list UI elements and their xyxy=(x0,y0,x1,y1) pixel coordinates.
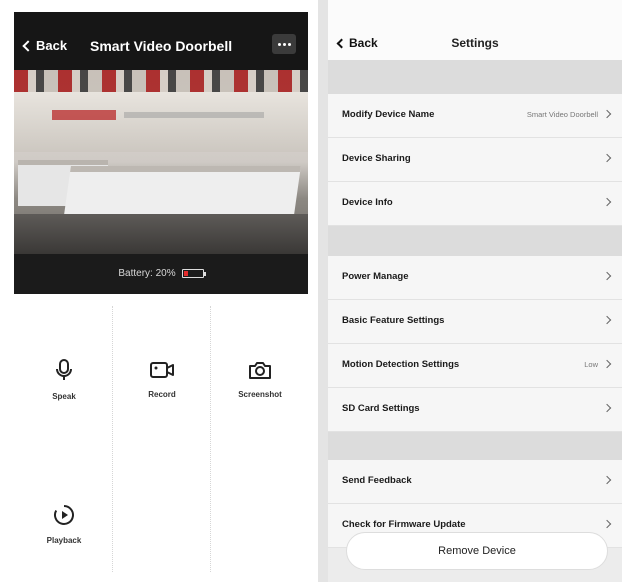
more-dots-icon xyxy=(277,42,281,46)
camera-screen: Back Smart Video Doorbell Battery: 20% S… xyxy=(0,0,318,582)
battery-status: Battery: 20% xyxy=(14,268,308,279)
video-camera-icon xyxy=(150,362,174,378)
camera-icon xyxy=(249,362,271,379)
settings-item-modify-device-name[interactable]: Modify Device Name Smart Video Doorbell xyxy=(328,94,622,138)
screenshot-label: Screenshot xyxy=(238,390,282,399)
page-title: Smart Video Doorbell xyxy=(90,38,233,54)
settings-title: Settings xyxy=(451,36,499,50)
settings-screen: Back Settings Modify Device Name Smart V… xyxy=(328,0,622,582)
settings-header: Back Settings xyxy=(328,0,622,60)
battery-level xyxy=(183,271,188,276)
control-panel: Speak Record Screenshot Playback xyxy=(14,296,308,582)
chevron-right-icon xyxy=(602,271,612,281)
speak-label: Speak xyxy=(52,392,76,401)
settings-item-basic-feature-settings[interactable]: Basic Feature Settings xyxy=(328,300,622,344)
chevron-right-icon xyxy=(602,109,612,119)
screenshot-button[interactable]: Screenshot xyxy=(214,360,306,399)
battery-bar: Battery: 20% xyxy=(14,254,308,294)
settings-item-device-info[interactable]: Device Info xyxy=(328,182,622,226)
chevron-right-icon xyxy=(602,475,612,485)
battery-text: Battery: 20% xyxy=(118,268,176,279)
back-label: Back xyxy=(36,38,68,53)
remove-device-button[interactable]: Remove Device xyxy=(346,532,608,570)
live-video-feed[interactable] xyxy=(14,70,308,254)
record-button[interactable]: Record xyxy=(116,360,208,399)
speak-button[interactable]: Speak xyxy=(18,358,110,401)
chevron-right-icon xyxy=(602,359,612,369)
microphone-icon xyxy=(56,359,72,380)
chevron-left-icon xyxy=(22,39,34,52)
chevron-right-icon xyxy=(602,403,612,413)
settings-item-motion-detection[interactable]: Motion Detection Settings Low xyxy=(328,344,622,388)
camera-header: Back Smart Video Doorbell xyxy=(14,12,308,70)
playback-icon xyxy=(54,505,74,525)
settings-item-device-sharing[interactable]: Device Sharing xyxy=(328,138,622,182)
chevron-right-icon xyxy=(602,153,612,163)
chevron-right-icon xyxy=(602,197,612,207)
camera-view: Back Smart Video Doorbell Battery: 20% xyxy=(14,12,308,294)
settings-item-power-manage[interactable]: Power Manage xyxy=(328,256,622,300)
settings-item-sd-card[interactable]: SD Card Settings xyxy=(328,388,622,432)
chevron-right-icon xyxy=(602,519,612,529)
more-options-button[interactable] xyxy=(272,34,296,54)
battery-icon xyxy=(181,269,206,278)
playback-label: Playback xyxy=(46,536,82,545)
playback-button[interactable]: Playback xyxy=(18,504,110,545)
chevron-right-icon xyxy=(602,315,612,325)
record-label: Record xyxy=(148,390,176,399)
settings-item-send-feedback[interactable]: Send Feedback xyxy=(328,460,622,504)
back-button[interactable]: Back xyxy=(22,38,68,53)
